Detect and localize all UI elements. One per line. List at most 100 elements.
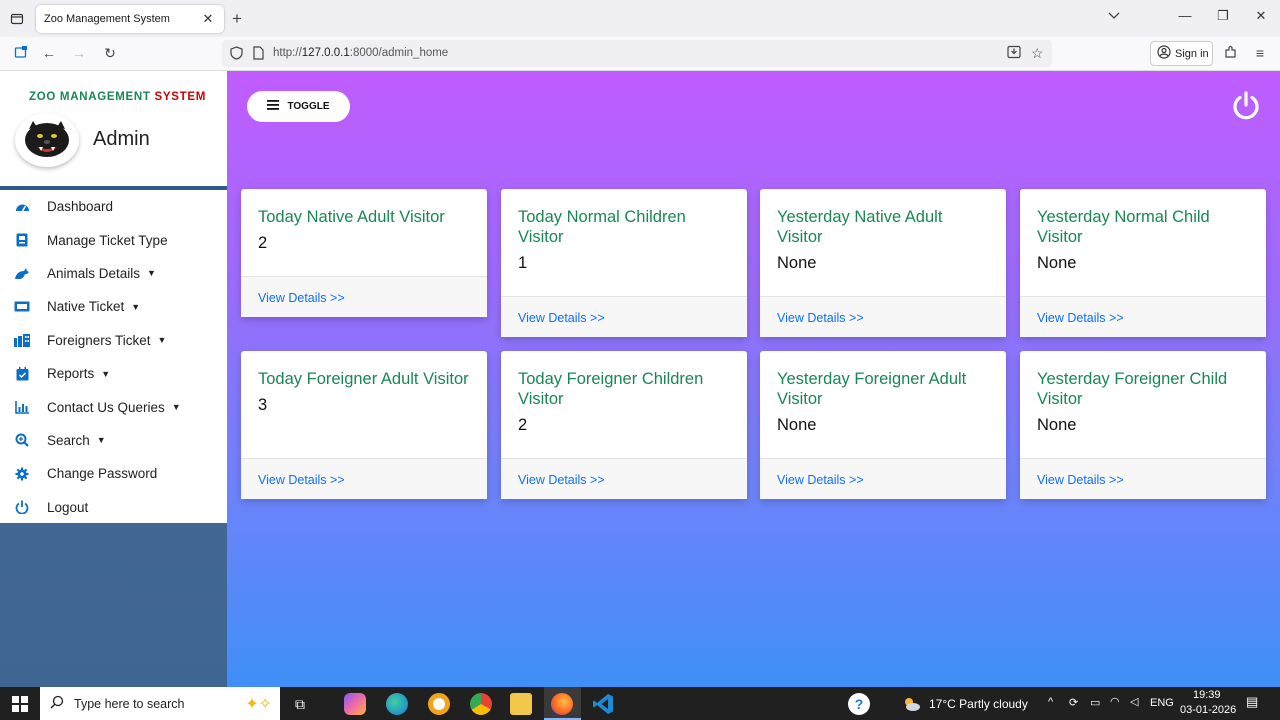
card-value: None [1037, 254, 1077, 272]
card-title: Yesterday Foreigner Child Visitor [1037, 370, 1228, 408]
sidebar-item-label: Manage Ticket Type [47, 232, 168, 248]
admin-name: Admin [93, 128, 150, 150]
sidebar-item-foreigners-ticket[interactable]: Foreigners Ticket ▼ [0, 324, 227, 357]
tab-list-icon[interactable] [8, 10, 26, 28]
bookmark-star-icon[interactable]: ☆ [1031, 45, 1044, 62]
wifi-icon[interactable]: ◠ [1110, 695, 1120, 708]
stat-card: Yesterday Foreigner Adult Visitor None V… [760, 351, 1006, 499]
browser-tab[interactable]: Zoo Management System ✕ [36, 5, 224, 33]
sidebar-item-label: Search [47, 432, 90, 448]
sidebar-item-label: Foreigners Ticket [47, 332, 151, 348]
animal-icon [14, 265, 30, 281]
card-value: 1 [518, 254, 528, 272]
ticket-icon [14, 232, 30, 248]
taskbar-search[interactable]: Type here to search ✦✧ [40, 687, 280, 720]
sidebar-item-label: Change Password [47, 466, 158, 482]
card-value: None [777, 416, 817, 434]
panther-logo-icon [15, 113, 79, 167]
notifications-icon[interactable]: ▤ [1246, 694, 1258, 710]
browser-tab-bar: Zoo Management System ✕ + — ❐ ✕ [0, 0, 1280, 37]
sidebar-item-dashboard[interactable]: Dashboard [0, 190, 227, 223]
file-explorer-icon[interactable] [510, 693, 532, 715]
view-details-link[interactable]: View Details >> [760, 458, 1006, 499]
sync-icon[interactable]: ⟳ [1069, 696, 1078, 709]
url-bar[interactable]: http://127.0.0.1:8000/admin_home ☆ [222, 40, 1052, 67]
view-details-link[interactable]: View Details >> [1020, 296, 1266, 337]
card-title: Yesterday Foreigner Adult Visitor [777, 370, 967, 408]
volume-icon[interactable]: ◁ [1130, 695, 1138, 708]
account-icon [1157, 45, 1171, 62]
view-details-link[interactable]: View Details >> [241, 276, 487, 317]
minimize-icon[interactable]: — [1175, 8, 1195, 23]
sidebar-item-change-password[interactable]: Change Password [0, 457, 227, 490]
stat-card: Today Native Adult Visitor 2 View Detail… [241, 189, 487, 317]
help-icon[interactable]: ? [848, 693, 870, 715]
sidebar-item-search[interactable]: Search ▼ [0, 424, 227, 457]
view-details-link[interactable]: View Details >> [241, 458, 487, 499]
vscode-icon[interactable] [592, 693, 614, 715]
sidebar-menu: Dashboard Manage Ticket Type Animals Det… [0, 190, 227, 523]
save-page-icon[interactable] [1007, 45, 1021, 64]
reload-icon[interactable]: ↻ [101, 45, 119, 62]
sidebar-item-label: Contact Us Queries [47, 399, 165, 415]
view-details-link[interactable]: View Details >> [501, 296, 747, 337]
copilot-icon[interactable] [344, 693, 366, 715]
chart-icon [14, 399, 30, 415]
sparkle-icon: ✦✧ [245, 695, 272, 713]
sidebar-item-animals-details[interactable]: Animals Details ▼ [0, 257, 227, 290]
chevron-up-icon[interactable]: ^ [1048, 696, 1053, 708]
restore-icon[interactable]: ❐ [1213, 8, 1233, 24]
sidebar-item-label: Reports [47, 366, 95, 382]
sidebar-item-native-ticket[interactable]: Native Ticket ▼ [0, 290, 227, 323]
close-tab-icon[interactable]: ✕ [200, 11, 216, 27]
shield-icon[interactable] [230, 46, 243, 65]
new-tab-icon[interactable]: + [232, 9, 242, 29]
toggle-button[interactable]: TOGGLE [247, 91, 350, 122]
card-title: Today Normal Children Visitor [518, 208, 686, 246]
view-details-link[interactable]: View Details >> [501, 458, 747, 499]
clock-date[interactable]: 03-01-2026 [1180, 704, 1236, 716]
windows-start-icon[interactable] [12, 696, 28, 712]
sidebar-item-manage-ticket-type[interactable]: Manage Ticket Type [0, 223, 227, 256]
sidebar-item-label: Animals Details [47, 265, 141, 281]
extensions-icon[interactable] [1222, 45, 1240, 62]
chevron-down-icon[interactable] [1108, 9, 1120, 23]
search-placeholder: Type here to search [74, 696, 185, 711]
back-icon[interactable]: ← [40, 45, 58, 61]
weather-text[interactable]: 17°C Partly cloudy [929, 697, 1028, 711]
sidebar-item-logout[interactable]: Logout [0, 491, 227, 524]
sign-in-button[interactable]: Sign in [1150, 41, 1213, 66]
sidebar-toggle-icon[interactable] [12, 45, 30, 62]
view-details-link[interactable]: View Details >> [760, 296, 1006, 337]
sidebar-item-reports[interactable]: Reports ▼ [0, 357, 227, 390]
window-close-icon[interactable]: ✕ [1251, 8, 1271, 24]
tab-title: Zoo Management System [44, 13, 170, 25]
logout-power-icon[interactable] [1231, 90, 1261, 120]
forward-icon[interactable]: → [70, 45, 88, 61]
language-indicator[interactable]: ENG [1150, 697, 1174, 709]
firefox-icon[interactable] [551, 693, 573, 715]
clock-time[interactable]: 19:39 [1193, 689, 1221, 701]
taskbar: Type here to search ✦✧ ⧉ ? 17°C Partly c… [0, 687, 1280, 720]
edge-icon[interactable] [386, 693, 408, 715]
task-view-icon[interactable]: ⧉ [289, 693, 311, 715]
stat-card: Today Foreigner Children Visitor 2 View … [501, 351, 747, 499]
chrome-icon[interactable] [470, 693, 492, 715]
card-value: 2 [258, 234, 268, 252]
weather-icon[interactable] [901, 693, 923, 715]
ticket-alt-icon [14, 299, 30, 315]
card-title: Today Native Adult Visitor [258, 208, 445, 226]
power-icon [14, 499, 30, 515]
card-title: Today Foreigner Adult Visitor [258, 370, 469, 388]
sidebar: ZOO MANAGEMENT SYSTEM Admin Dashboard Ma… [0, 71, 227, 687]
url-text[interactable]: http://127.0.0.1:8000/admin_home [273, 47, 448, 59]
menu-icon[interactable]: ≡ [1251, 45, 1269, 61]
caret-down-icon: ▼ [171, 402, 181, 413]
sign-in-label: Sign in [1175, 47, 1209, 60]
view-details-link[interactable]: View Details >> [1020, 458, 1266, 499]
card-title: Today Foreigner Children Visitor [518, 370, 704, 408]
sidebar-item-contact-us-queries[interactable]: Contact Us Queries ▼ [0, 390, 227, 423]
hamburger-icon [267, 100, 280, 113]
battery-icon[interactable]: ▭ [1090, 696, 1100, 709]
vpn-icon[interactable] [428, 693, 450, 715]
